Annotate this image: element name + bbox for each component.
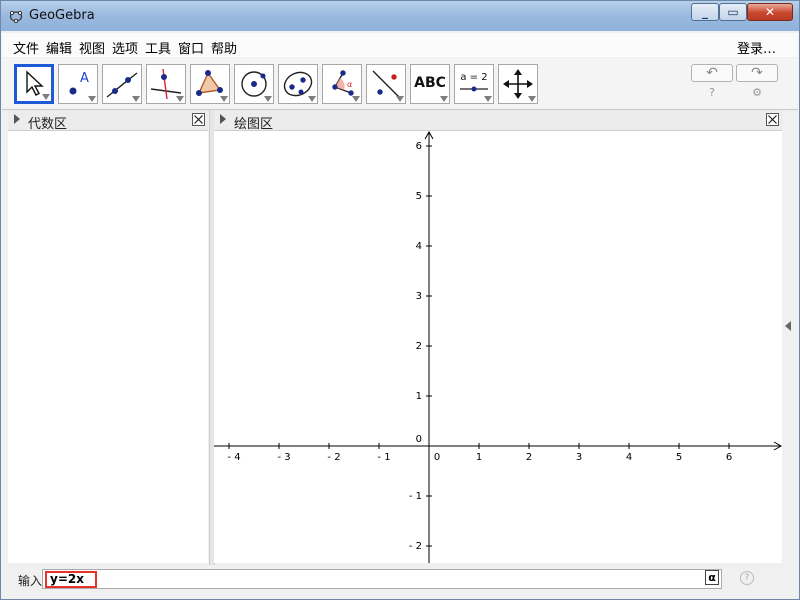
algebra-header: 代数区 xyxy=(8,110,208,132)
y-tick-label: 6 xyxy=(416,141,422,152)
perpendicular-tool[interactable] xyxy=(146,64,186,104)
tool-dropdown-icon xyxy=(308,96,316,102)
y-tick-label: 4 xyxy=(416,241,422,252)
x-tick-label: 1 xyxy=(476,452,482,463)
login-link[interactable]: 登录… xyxy=(737,38,776,57)
input-label: 输入 xyxy=(18,574,43,588)
panel-expand-icon[interactable] xyxy=(14,114,20,124)
menu-view[interactable]: 视图 xyxy=(79,38,105,57)
tool-dropdown-icon xyxy=(264,96,272,102)
tool-dropdown-icon xyxy=(528,96,536,102)
maximize-button[interactable]: ▭ xyxy=(719,3,747,21)
x-tick-label: - 1 xyxy=(377,452,390,463)
tool-dropdown-icon xyxy=(220,96,228,102)
polygon-tool[interactable] xyxy=(190,64,230,104)
angle-tool-label: α xyxy=(347,80,352,89)
y-tick-label: 3 xyxy=(416,291,422,302)
graphics-header: 绘图区 xyxy=(214,110,782,132)
coordinate-axes: - 4 - 3 - 2 - 1 0 1 2 3 4 5 6 6 5 4 3 2 … xyxy=(214,131,782,563)
slider-tool[interactable]: a = 2 xyxy=(454,64,494,104)
slider-tool-label: a = 2 xyxy=(460,72,487,83)
x-tick-label: 0 xyxy=(434,452,440,463)
redo-icon: ↷ xyxy=(751,65,763,81)
side-panel-toggle-icon[interactable] xyxy=(785,321,791,331)
panel-expand-icon[interactable] xyxy=(220,114,226,124)
x-tick-label: - 3 xyxy=(277,452,290,463)
ellipse-tool[interactable] xyxy=(278,64,318,104)
close-icon: ✕ xyxy=(764,5,776,19)
x-tick-labels: - 4 - 3 - 2 - 1 0 1 2 3 4 5 6 xyxy=(227,452,732,463)
point-tool-label: A xyxy=(80,71,89,86)
tool-dropdown-icon xyxy=(176,96,184,102)
y-tick-labels: 6 5 4 3 2 1 0 - 1 - 2 xyxy=(409,141,422,552)
close-icon xyxy=(768,115,777,124)
alpha-symbol-button[interactable]: α xyxy=(705,570,719,585)
text-icon: ABC xyxy=(414,75,446,91)
minimize-icon: _ xyxy=(702,5,708,19)
menu-edit[interactable]: 编辑 xyxy=(46,38,72,57)
tool-dropdown-icon xyxy=(132,96,140,102)
x-tick-label: - 4 xyxy=(227,452,240,463)
x-tick-label: - 2 xyxy=(327,452,340,463)
window-title: GeoGebra xyxy=(29,8,95,23)
graphics-close-button[interactable] xyxy=(766,113,779,126)
x-tick-label: 6 xyxy=(726,452,732,463)
point-tool[interactable]: A xyxy=(58,64,98,104)
menu-options[interactable]: 选项 xyxy=(112,38,138,57)
toolbar-help-icon[interactable]: ? xyxy=(705,86,719,100)
tool-dropdown-icon xyxy=(484,96,492,102)
close-icon xyxy=(194,115,203,124)
y-tick-label: 5 xyxy=(416,191,422,202)
maximize-icon: ▭ xyxy=(727,5,739,19)
gear-icon[interactable]: ⚙ xyxy=(750,86,764,100)
algebra-close-button[interactable] xyxy=(192,113,205,126)
geogebra-window: GeoGebra _ ▭ ✕ 文件 编辑 视图 选项 工具 窗口 帮助 登录… … xyxy=(0,0,800,600)
menu-bar: 文件 编辑 视图 选项 工具 窗口 帮助 登录… xyxy=(2,33,798,57)
menu-help[interactable]: 帮助 xyxy=(211,38,237,57)
x-tick-label: 3 xyxy=(576,452,582,463)
y-tick-label: - 1 xyxy=(409,491,422,502)
title-bar[interactable]: GeoGebra _ ▭ ✕ xyxy=(1,1,799,31)
origin-label: 0 xyxy=(416,434,422,445)
text-tool[interactable]: ABC xyxy=(410,64,450,104)
tool-dropdown-icon xyxy=(440,96,448,102)
y-tick-label: 2 xyxy=(416,341,422,352)
y-tick-label: - 2 xyxy=(409,541,422,552)
input-help-icon[interactable]: ? xyxy=(740,571,754,585)
tool-dropdown-icon xyxy=(396,96,404,102)
graphics-title: 绘图区 xyxy=(234,117,274,132)
input-field[interactable]: y=2x xyxy=(42,569,722,589)
undo-icon: ↶ xyxy=(706,65,718,81)
minimize-button[interactable]: _ xyxy=(691,3,719,21)
move-view-tool[interactable] xyxy=(498,64,538,104)
menu-file[interactable]: 文件 xyxy=(13,38,39,57)
x-tick-label: 4 xyxy=(626,452,632,463)
tool-dropdown-icon xyxy=(42,94,50,100)
close-button[interactable]: ✕ xyxy=(747,3,793,21)
tool-dropdown-icon xyxy=(88,96,96,102)
menu-window[interactable]: 窗口 xyxy=(178,38,204,57)
geogebra-logo-icon xyxy=(9,10,23,23)
redo-button[interactable]: ↷ xyxy=(736,64,778,82)
algebra-view[interactable] xyxy=(8,131,208,563)
angle-tool[interactable]: α xyxy=(322,64,362,104)
y-tick-label: 1 xyxy=(416,391,422,402)
x-tick-label: 2 xyxy=(526,452,532,463)
menu-tools[interactable]: 工具 xyxy=(145,38,171,57)
tool-dropdown-icon xyxy=(352,96,360,102)
graphics-view[interactable]: - 4 - 3 - 2 - 1 0 1 2 3 4 5 6 6 5 4 3 2 … xyxy=(214,131,782,563)
line-tool[interactable] xyxy=(102,64,142,104)
input-value: y=2x xyxy=(50,572,84,586)
algebra-title: 代数区 xyxy=(28,117,68,132)
reflect-tool[interactable] xyxy=(366,64,406,104)
move-tool[interactable] xyxy=(14,64,54,104)
tool-bar: A α ABC a = 2 ↶ ↷ ? ⚙ xyxy=(2,58,798,110)
circle-tool[interactable] xyxy=(234,64,274,104)
x-tick-label: 5 xyxy=(676,452,682,463)
undo-button[interactable]: ↶ xyxy=(691,64,733,82)
input-bar: 输入 y=2x α ? xyxy=(2,565,798,599)
